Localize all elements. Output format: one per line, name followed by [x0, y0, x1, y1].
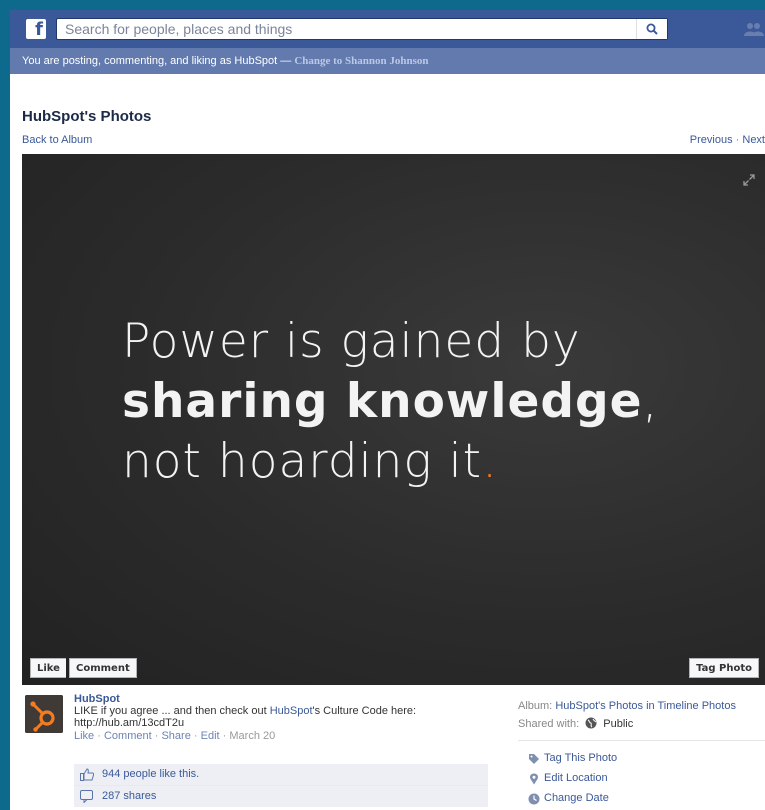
quote-orange-period: . — [482, 434, 499, 489]
post-share-link[interactable]: Share — [161, 730, 190, 742]
post-actions: Like · Comment · Share · Edit · March 20 — [74, 730, 275, 742]
action-separator: · — [97, 730, 101, 742]
comment-photo-button[interactable]: Comment — [69, 658, 137, 678]
search-box — [56, 18, 668, 40]
search-icon — [646, 23, 658, 35]
tag-this-photo-label[interactable]: Tag This Photo — [528, 752, 617, 764]
photo-viewer[interactable]: Power is gained by sharing knowledge, no… — [22, 154, 765, 685]
privacy-value[interactable]: Public — [603, 718, 633, 730]
shared-with-row: Shared with: Public — [518, 715, 736, 733]
photo-quote: Power is gained by sharing knowledge, no… — [122, 312, 742, 492]
change-date-label[interactable]: Change Date — [528, 792, 609, 804]
album-info: Album: HubSpot's Photos in Timeline Phot… — [518, 697, 736, 733]
hubspot-page-link[interactable]: HubSpot — [270, 705, 313, 717]
facebook-topbar: f — [10, 10, 765, 49]
like-photo-button[interactable]: Like — [30, 658, 66, 678]
quote-line-3: not hoarding it. — [122, 432, 742, 492]
tag-photo-button[interactable]: Tag Photo — [689, 658, 759, 678]
facebook-logo[interactable]: f — [26, 19, 46, 39]
likes-summary[interactable]: 944 people like this. — [74, 764, 488, 786]
post-text: LIKE if you agree ... and then check out… — [74, 705, 494, 729]
quote-line-2: sharing knowledge, — [122, 372, 742, 432]
expand-icon[interactable] — [743, 174, 755, 186]
next-link[interactable]: Next — [742, 134, 765, 146]
thumbs-up-icon — [80, 768, 94, 781]
browser-frame: f You are posting, commenting, and likin… — [10, 10, 765, 810]
globe-icon[interactable] — [585, 717, 597, 729]
tag-this-photo-action[interactable]: Tag This Photo — [528, 752, 617, 764]
album-row: Album: HubSpot's Photos in Timeline Phot… — [518, 697, 736, 715]
post-like-link[interactable]: Like — [74, 730, 94, 742]
search-input[interactable] — [57, 19, 643, 39]
quote-comma: , — [642, 374, 659, 429]
hubspot-logo-icon — [25, 695, 63, 733]
post-text-start: LIKE if you agree ... and then check out — [74, 705, 270, 717]
location-pin-icon — [529, 773, 539, 785]
tag-icon — [529, 754, 539, 764]
sidebar-divider — [518, 740, 765, 741]
shared-with-label: Shared with: — [518, 718, 580, 730]
quote-line-1: Power is gained by — [122, 314, 581, 369]
album-link[interactable]: HubSpot's Photos in Timeline Photos — [555, 700, 736, 712]
acting-as-banner: You are posting, commenting, and liking … — [10, 48, 765, 74]
post-author[interactable]: HubSpot — [74, 693, 120, 705]
previous-link[interactable]: Previous — [690, 134, 733, 146]
edit-location-action[interactable]: Edit Location — [528, 772, 608, 785]
photo-navigation: Previous · Next — [690, 134, 765, 146]
shares-summary[interactable]: 287 shares — [74, 786, 488, 807]
action-separator: · — [222, 730, 227, 742]
action-separator: · — [193, 730, 198, 742]
friends-icon[interactable] — [744, 22, 764, 36]
clock-icon — [528, 793, 540, 805]
quote-emphasis: sharing knowledge — [122, 374, 643, 429]
share-icon — [80, 790, 93, 803]
page-title: HubSpot's Photos — [22, 108, 152, 125]
change-date-action[interactable]: Change Date — [528, 792, 609, 805]
nav-separator: · — [735, 134, 740, 146]
action-separator: · — [154, 730, 159, 742]
avatar[interactable] — [25, 695, 63, 733]
banner-text: You are posting, commenting, and liking … — [22, 55, 295, 67]
post-date[interactable]: March 20 — [229, 730, 275, 742]
banner-message: You are posting, commenting, and liking … — [22, 48, 429, 74]
post-comment-link[interactable]: Comment — [104, 730, 152, 742]
search-button[interactable] — [636, 19, 667, 39]
shares-count[interactable]: 287 shares — [102, 790, 156, 802]
switch-profile-link[interactable]: Change to Shannon Johnson — [294, 55, 428, 67]
back-to-album-link[interactable]: Back to Album — [22, 134, 92, 146]
likes-count[interactable]: 944 people like this. — [102, 768, 199, 780]
post-edit-link[interactable]: Edit — [201, 730, 220, 742]
album-label: Album: — [518, 700, 553, 712]
quote-line-3-text: not hoarding it — [122, 434, 483, 489]
